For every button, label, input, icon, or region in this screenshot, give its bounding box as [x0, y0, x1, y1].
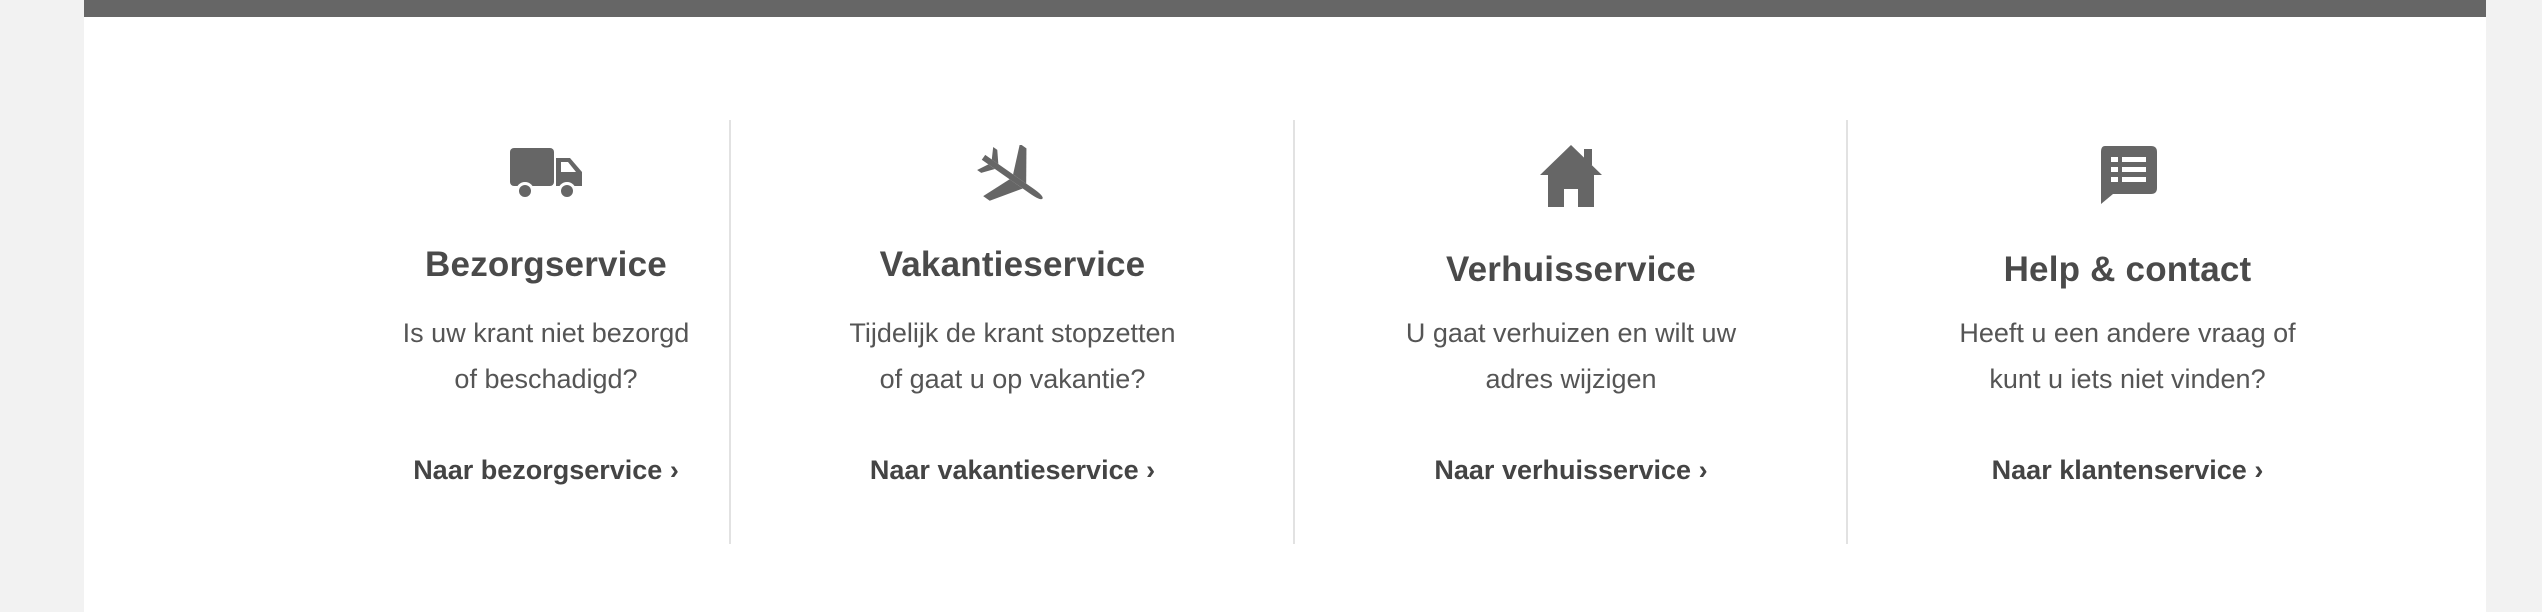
customer-service-panel: Bezorgservice Is uw krant niet bezorgd o… [84, 0, 2486, 612]
service-description: Heeft u een andere vraag of kunt u iets … [1848, 310, 2407, 402]
service-title: Help & contact [2003, 250, 2252, 289]
naar-vakantieservice-link[interactable]: Naar vakantieservice › [731, 455, 1294, 486]
top-bar [84, 0, 2486, 17]
service-title: Verhuisservice [1446, 250, 1696, 289]
description-line: Heeft u een andere vraag of [1959, 318, 2296, 348]
chat-list-icon [2100, 146, 2157, 204]
service-title: Vakantieservice [879, 245, 1146, 284]
description-line: U gaat verhuizen en wilt uw [1405, 318, 1737, 348]
description-line: Tijdelijk de krant stopzetten [849, 318, 1176, 348]
description-line: kunt u iets niet vinden? [1989, 364, 2266, 394]
naar-klantenservice-link[interactable]: Naar klantenservice › [1848, 455, 2407, 486]
description-line: adres wijzigen [1485, 364, 1657, 394]
service-description: U gaat verhuizen en wilt uw adres wijzig… [1295, 310, 1847, 402]
truck-icon [510, 148, 582, 200]
naar-verhuisservice-link[interactable]: Naar verhuisservice › [1295, 455, 1847, 486]
airplane-icon [976, 145, 1043, 201]
service-description: Tijdelijk de krant stopzetten of gaat u … [731, 310, 1294, 402]
house-icon [1540, 145, 1602, 207]
description-line: of gaat u op vakantie? [879, 364, 1146, 394]
